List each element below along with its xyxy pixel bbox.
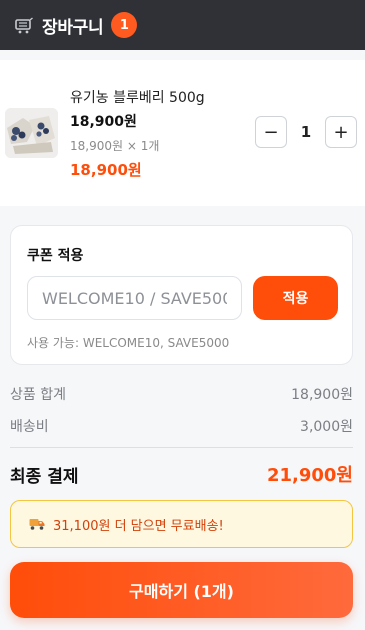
unit-price-line: 18,900원 × 1개 xyxy=(70,139,160,153)
summary-divider xyxy=(10,447,353,448)
quantity-value: 1 xyxy=(300,123,312,141)
subtotal-value: 18,900원 xyxy=(291,387,353,403)
truck-icon xyxy=(29,517,45,531)
quantity-stepper: − 1 + xyxy=(255,116,357,148)
total-label: 최종 결제 xyxy=(10,466,79,487)
checkout-button[interactable]: 구매하기 (1개) xyxy=(10,562,353,618)
line-total: 18,900원 xyxy=(70,161,142,179)
cart-icon xyxy=(14,15,34,35)
page-title: 장바구니 xyxy=(42,17,104,38)
cart-item: 유기농 블루베리 500g 18,900원 18,900원 × 1개 18,90… xyxy=(0,60,365,206)
total-value: 21,900원 xyxy=(266,465,353,486)
coupon-title: 쿠폰 적용 xyxy=(27,248,84,264)
apply-coupon-button[interactable]: 적용 xyxy=(253,276,338,320)
subtotal-label: 상품 합계 xyxy=(10,387,66,403)
app-header: 장바구니 1 xyxy=(0,0,365,50)
shipping-value: 3,000원 xyxy=(300,419,353,435)
cart-count-badge: 1 xyxy=(111,12,138,38)
coupon-hint: 사용 가능: WELCOME10, SAVE5000 xyxy=(27,336,230,350)
total-row: 최종 결제 21,900원 xyxy=(10,461,353,487)
product-price: 18,900원 xyxy=(70,114,137,130)
shipping-label: 배송비 xyxy=(10,419,49,435)
product-name: 유기농 블루베리 500g xyxy=(70,90,205,106)
shipping-row: 배송비 3,000원 xyxy=(10,416,353,436)
subtotal-row: 상품 합계 18,900원 xyxy=(10,384,353,404)
coupon-card: 쿠폰 적용 적용 사용 가능: WELCOME10, SAVE5000 xyxy=(10,225,353,365)
increase-quantity-button[interactable]: + xyxy=(325,116,357,148)
product-thumbnail xyxy=(5,108,58,158)
free-shipping-notice: 31,100원 더 담으면 무료배송! xyxy=(10,500,353,548)
decrease-quantity-button[interactable]: − xyxy=(255,116,287,148)
coupon-code-input[interactable] xyxy=(27,276,242,320)
notice-text: 31,100원 더 담으면 무료배송! xyxy=(53,518,224,534)
